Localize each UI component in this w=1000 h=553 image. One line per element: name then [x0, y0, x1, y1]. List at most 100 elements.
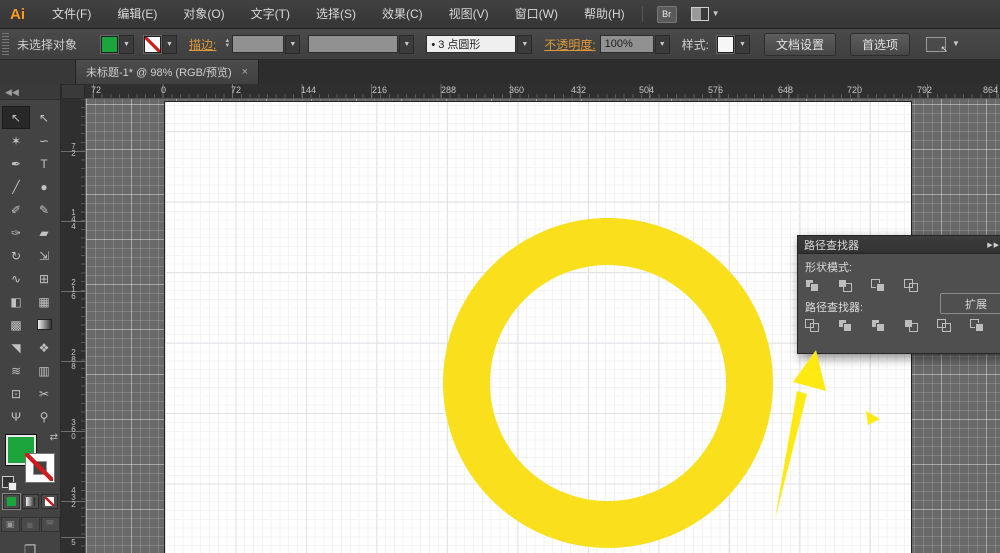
- mesh-icon: ▩: [10, 318, 21, 332]
- stroke-panel-link[interactable]: 描边:: [189, 36, 216, 53]
- unite-icon[interactable]: [805, 279, 823, 293]
- menu-item-help[interactable]: 帮助(H): [571, 0, 638, 28]
- variable-width-select[interactable]: [308, 35, 398, 53]
- menu-item-effect[interactable]: 效果(C): [369, 0, 436, 28]
- chevron-down-icon[interactable]: ▼: [952, 40, 960, 48]
- intersect-icon[interactable]: [871, 279, 889, 293]
- perspective-grid-tool[interactable]: ▦: [30, 290, 58, 313]
- symbol-sprayer-tool[interactable]: ≋: [2, 359, 30, 382]
- type-tool[interactable]: T: [30, 152, 58, 175]
- document-tab-bar: 未标题-1* @ 98% (RGB/预览) ×: [0, 60, 1000, 84]
- collapse-panel-icon[interactable]: ◀◀: [0, 84, 60, 100]
- shape-builder-tool[interactable]: ◧: [2, 290, 30, 313]
- blob-brush-icon: ✑: [11, 226, 21, 240]
- exclude-icon[interactable]: [904, 279, 922, 293]
- fill-color-swatch[interactable]: [101, 36, 118, 53]
- gradient-tool[interactable]: [30, 313, 58, 336]
- color-mode-button[interactable]: [3, 494, 20, 509]
- stroke-color-dropdown[interactable]: ▼: [162, 35, 177, 54]
- slice-tool[interactable]: ✂: [30, 382, 58, 405]
- minus-front-icon[interactable]: [838, 279, 856, 293]
- trim-icon[interactable]: [838, 319, 856, 333]
- menu-item-select[interactable]: 选择(S): [303, 0, 369, 28]
- workspace-switcher-button[interactable]: ▼: [691, 7, 720, 21]
- default-fill-stroke-icon[interactable]: [2, 476, 14, 488]
- blend-tool[interactable]: ❖: [30, 336, 58, 359]
- mesh-tool[interactable]: ▩: [2, 313, 30, 336]
- merge-icon[interactable]: [871, 319, 889, 333]
- document-setup-button[interactable]: 文档设置: [764, 33, 836, 56]
- ruler-origin-corner[interactable]: [61, 84, 85, 99]
- brush-select[interactable]: • 3 点圆形: [426, 35, 516, 53]
- blob-brush-tool[interactable]: ✑: [2, 221, 30, 244]
- expand-button[interactable]: 扩展: [940, 293, 1000, 314]
- scale-tool[interactable]: ⇲: [30, 244, 58, 267]
- artboard-tool[interactable]: ⊡: [2, 382, 30, 405]
- hand-tool[interactable]: Ψ: [2, 405, 30, 428]
- rotate-tool[interactable]: ↻: [2, 244, 30, 267]
- draw-normal-button[interactable]: ▣: [1, 517, 20, 532]
- zoom-tool[interactable]: ⚲: [30, 405, 58, 428]
- opacity-panel-link[interactable]: 不透明度:: [544, 36, 595, 53]
- menu-item-edit[interactable]: 编辑(E): [104, 0, 170, 28]
- column-graph-tool[interactable]: ▥: [30, 359, 58, 382]
- style-swatch[interactable]: [717, 36, 734, 53]
- menu-item-view[interactable]: 视图(V): [436, 0, 502, 28]
- pathfinder-panel-header[interactable]: 路径查找器 ▶▶: [798, 236, 1000, 254]
- stroke-weight-input[interactable]: [232, 35, 284, 53]
- magic-wand-tool[interactable]: ✶: [2, 129, 30, 152]
- stroke-weight-stepper[interactable]: ▲ ▼: [224, 39, 230, 49]
- panel-grip[interactable]: [2, 33, 9, 55]
- width-tool[interactable]: ∿: [2, 267, 30, 290]
- paintbrush-tool[interactable]: ✐: [2, 198, 30, 221]
- stroke-color-indicator[interactable]: [25, 453, 55, 483]
- preferences-button[interactable]: 首选项: [850, 33, 910, 56]
- stroke-weight-dropdown[interactable]: ▼: [285, 35, 300, 54]
- fill-color-dropdown[interactable]: ▼: [119, 35, 134, 54]
- lasso-tool[interactable]: ∽: [30, 129, 58, 152]
- minus-back-icon[interactable]: [970, 319, 988, 333]
- outline-icon[interactable]: [937, 319, 955, 333]
- menu-item-type[interactable]: 文字(T): [238, 0, 303, 28]
- screen-mode-icon[interactable]: ❐: [24, 542, 37, 553]
- vertical-ruler[interactable]: 721442162883604325: [61, 99, 86, 553]
- chevron-down-icon: ▼: [521, 41, 528, 48]
- none-mode-button[interactable]: [41, 494, 58, 509]
- menu-item-object[interactable]: 对象(O): [170, 0, 237, 28]
- draw-behind-button[interactable]: ◙: [21, 517, 40, 532]
- control-panel-menu-icon[interactable]: ↖: [926, 37, 946, 52]
- selection-tool[interactable]: ↖: [2, 106, 30, 129]
- ellipse-tool[interactable]: ●: [30, 175, 58, 198]
- menu-item-window[interactable]: 窗口(W): [502, 0, 571, 28]
- bridge-button[interactable]: Br: [657, 6, 677, 23]
- column-graph-icon: ▥: [38, 364, 49, 378]
- free-transform-tool[interactable]: ⊞: [30, 267, 58, 290]
- close-tab-icon[interactable]: ×: [242, 66, 248, 78]
- divide-icon[interactable]: [805, 319, 823, 333]
- gradient-mode-button[interactable]: [22, 494, 39, 509]
- line-segment-tool[interactable]: ╱: [2, 175, 30, 198]
- horizontal-ruler[interactable]: 72072144216288360432504576648720792864: [85, 84, 1000, 99]
- eyedropper-tool[interactable]: ◥: [2, 336, 30, 359]
- app-logo-icon[interactable]: Ai: [10, 6, 25, 23]
- direct-selection-tool[interactable]: ↖: [30, 106, 58, 129]
- pencil-tool[interactable]: ✎: [30, 198, 58, 221]
- eraser-tool[interactable]: ▰: [30, 221, 58, 244]
- stroke-color-swatch[interactable]: [144, 36, 161, 53]
- opacity-dropdown[interactable]: ▼: [655, 35, 670, 54]
- menu-item-file[interactable]: 文件(F): [39, 0, 104, 28]
- variable-width-dropdown[interactable]: ▼: [399, 35, 414, 54]
- style-dropdown[interactable]: ▼: [735, 35, 750, 54]
- panel-flyout-icon[interactable]: ▶▶: [987, 241, 1000, 249]
- yellow-ring-shape[interactable]: [443, 218, 773, 548]
- opacity-input[interactable]: 100%: [600, 35, 654, 53]
- swap-fill-stroke-icon[interactable]: ⇄: [50, 432, 58, 443]
- stepper-down-icon[interactable]: ▼: [224, 44, 230, 49]
- v-ruler-label: 288: [70, 349, 77, 370]
- crop-icon[interactable]: [904, 319, 922, 333]
- blend-icon: ❖: [39, 341, 50, 355]
- draw-inside-button[interactable]: ◚: [41, 517, 60, 532]
- document-tab[interactable]: 未标题-1* @ 98% (RGB/预览) ×: [76, 60, 259, 84]
- pen-tool[interactable]: ✒: [2, 152, 30, 175]
- brush-dropdown[interactable]: ▼: [517, 35, 532, 54]
